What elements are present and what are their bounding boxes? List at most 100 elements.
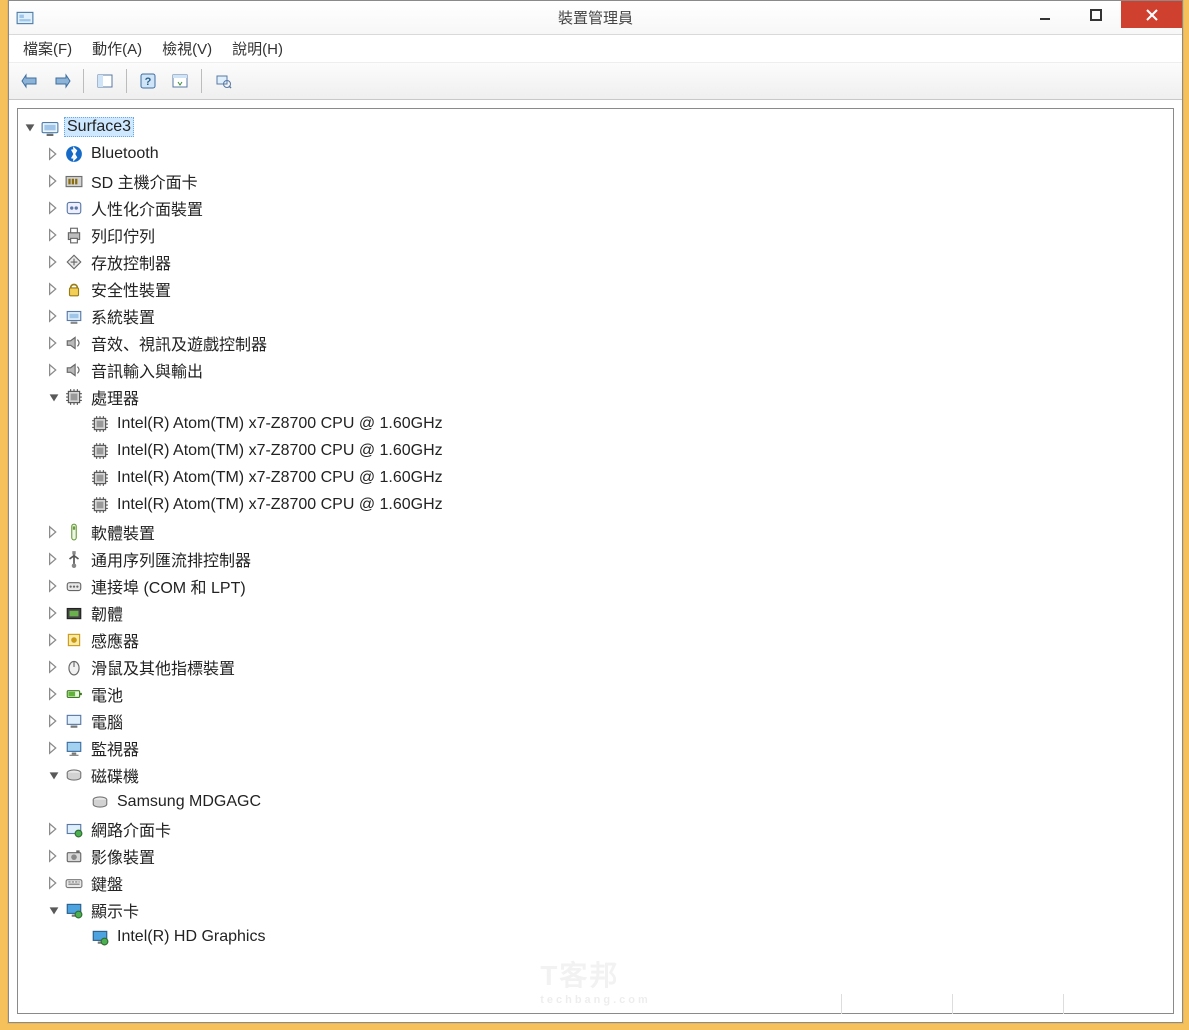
- expander-closed-icon[interactable]: [46, 281, 62, 297]
- maximize-button[interactable]: [1070, 1, 1121, 28]
- category-usb[interactable]: 通用序列匯流排控制器: [42, 545, 1173, 572]
- expander-open-icon[interactable]: [22, 119, 38, 135]
- category-cpu[interactable]: 處理器 Intel(R) Atom(TM) x7-Z8700 CPU @ 1.6…: [42, 383, 1173, 518]
- toolbar-show-pane-button[interactable]: [90, 66, 120, 96]
- category-label[interactable]: 電池: [88, 681, 126, 707]
- device-label[interactable]: Intel(R) Atom(TM) x7-Z8700 CPU @ 1.60GHz: [114, 441, 446, 461]
- device-item[interactable]: Intel(R) Atom(TM) x7-Z8700 CPU @ 1.60GHz: [66, 491, 1173, 518]
- category-display[interactable]: 顯示卡 Intel(R) HD Graphics: [42, 896, 1173, 950]
- device-item[interactable]: Intel(R) Atom(TM) x7-Z8700 CPU @ 1.60GHz: [66, 410, 1173, 437]
- close-button[interactable]: [1121, 1, 1182, 28]
- device-tree[interactable]: Surface3 Bluetooth SD 主機介面卡 人性化介面裝置 列印佇列…: [17, 108, 1174, 1014]
- expander-open-icon[interactable]: [46, 389, 62, 405]
- category-hid[interactable]: 人性化介面裝置: [42, 194, 1173, 221]
- device-label[interactable]: Intel(R) Atom(TM) x7-Z8700 CPU @ 1.60GHz: [114, 414, 446, 434]
- category-firmware[interactable]: 韌體: [42, 599, 1173, 626]
- toolbar-back-button[interactable]: [15, 66, 45, 96]
- expander-closed-icon[interactable]: [46, 362, 62, 378]
- category-label[interactable]: 存放控制器: [88, 249, 174, 275]
- category-ports[interactable]: 連接埠 (COM 和 LPT): [42, 572, 1173, 599]
- category-label[interactable]: 感應器: [88, 627, 142, 653]
- category-network[interactable]: 網路介面卡: [42, 815, 1173, 842]
- category-label[interactable]: Bluetooth: [88, 144, 162, 164]
- menu-file[interactable]: 檔案(F): [15, 35, 84, 62]
- category-label[interactable]: 磁碟機: [88, 762, 142, 788]
- category-label[interactable]: 列印佇列: [88, 222, 158, 248]
- category-label[interactable]: 連接埠 (COM 和 LPT): [88, 573, 249, 599]
- toolbar-forward-button[interactable]: [47, 66, 77, 96]
- menu-action[interactable]: 動作(A): [84, 35, 154, 62]
- device-label[interactable]: Samsung MDGAGC: [114, 792, 264, 812]
- device-item[interactable]: Samsung MDGAGC: [66, 788, 1173, 815]
- expander-closed-icon[interactable]: [46, 578, 62, 594]
- menu-help[interactable]: 說明(H): [224, 35, 295, 62]
- tree-root-node[interactable]: Surface3 Bluetooth SD 主機介面卡 人性化介面裝置 列印佇列…: [18, 113, 1173, 950]
- category-sdhost[interactable]: SD 主機介面卡: [42, 167, 1173, 194]
- device-label[interactable]: Intel(R) Atom(TM) x7-Z8700 CPU @ 1.60GHz: [114, 495, 446, 515]
- expander-open-icon[interactable]: [46, 767, 62, 783]
- expander-closed-icon[interactable]: [46, 659, 62, 675]
- expander-closed-icon[interactable]: [46, 173, 62, 189]
- category-disk[interactable]: 磁碟機 Samsung MDGAGC: [42, 761, 1173, 815]
- device-label[interactable]: Intel(R) Atom(TM) x7-Z8700 CPU @ 1.60GHz: [114, 468, 446, 488]
- device-item[interactable]: Intel(R) Atom(TM) x7-Z8700 CPU @ 1.60GHz: [66, 464, 1173, 491]
- expander-closed-icon[interactable]: [46, 632, 62, 648]
- expander-closed-icon[interactable]: [46, 254, 62, 270]
- expander-closed-icon[interactable]: [46, 227, 62, 243]
- category-sensor[interactable]: 感應器: [42, 626, 1173, 653]
- category-storagectl[interactable]: 存放控制器: [42, 248, 1173, 275]
- category-label[interactable]: 韌體: [88, 600, 126, 626]
- category-audioio[interactable]: 音訊輸入與輸出: [42, 356, 1173, 383]
- category-label[interactable]: 鍵盤: [88, 870, 126, 896]
- category-battery[interactable]: 電池: [42, 680, 1173, 707]
- category-avgame[interactable]: 音效、視訊及遊戲控制器: [42, 329, 1173, 356]
- category-label[interactable]: 系統裝置: [88, 303, 158, 329]
- category-computer[interactable]: 電腦: [42, 707, 1173, 734]
- category-security[interactable]: 安全性裝置: [42, 275, 1173, 302]
- titlebar[interactable]: 裝置管理員: [9, 1, 1182, 35]
- expander-closed-icon[interactable]: [46, 875, 62, 891]
- category-label[interactable]: 人性化介面裝置: [88, 195, 206, 221]
- expander-closed-icon[interactable]: [46, 308, 62, 324]
- expander-closed-icon[interactable]: [46, 848, 62, 864]
- category-label[interactable]: 安全性裝置: [88, 276, 174, 302]
- device-item[interactable]: Intel(R) Atom(TM) x7-Z8700 CPU @ 1.60GHz: [66, 437, 1173, 464]
- expander-closed-icon[interactable]: [46, 200, 62, 216]
- category-label[interactable]: 網路介面卡: [88, 816, 174, 842]
- device-label[interactable]: Intel(R) HD Graphics: [114, 927, 268, 947]
- minimize-button[interactable]: [1019, 1, 1070, 28]
- category-bluetooth[interactable]: Bluetooth: [42, 140, 1173, 167]
- category-label[interactable]: SD 主機介面卡: [88, 168, 201, 194]
- expander-closed-icon[interactable]: [46, 605, 62, 621]
- category-label[interactable]: 滑鼠及其他指標裝置: [88, 654, 238, 680]
- toolbar-action-pane-button[interactable]: [165, 66, 195, 96]
- category-label[interactable]: 處理器: [88, 384, 142, 410]
- category-keyboard[interactable]: 鍵盤: [42, 869, 1173, 896]
- expander-closed-icon[interactable]: [46, 740, 62, 756]
- toolbar-scan-hardware-button[interactable]: [208, 66, 238, 96]
- category-label[interactable]: 電腦: [88, 708, 126, 734]
- category-printqueue[interactable]: 列印佇列: [42, 221, 1173, 248]
- category-system[interactable]: 系統裝置: [42, 302, 1173, 329]
- toolbar-help-button[interactable]: [133, 66, 163, 96]
- category-label[interactable]: 監視器: [88, 735, 142, 761]
- menu-view[interactable]: 檢視(V): [154, 35, 224, 62]
- category-monitor[interactable]: 監視器: [42, 734, 1173, 761]
- expander-closed-icon[interactable]: [46, 524, 62, 540]
- expander-closed-icon[interactable]: [46, 335, 62, 351]
- device-item[interactable]: Intel(R) HD Graphics: [66, 923, 1173, 950]
- expander-closed-icon[interactable]: [46, 821, 62, 837]
- category-softdev[interactable]: 軟體裝置: [42, 518, 1173, 545]
- expander-closed-icon[interactable]: [46, 713, 62, 729]
- tree-root-label[interactable]: Surface3: [64, 117, 134, 137]
- category-label[interactable]: 通用序列匯流排控制器: [88, 546, 254, 572]
- category-label[interactable]: 顯示卡: [88, 897, 142, 923]
- category-mouse[interactable]: 滑鼠及其他指標裝置: [42, 653, 1173, 680]
- expander-closed-icon[interactable]: [46, 686, 62, 702]
- category-imaging[interactable]: 影像裝置: [42, 842, 1173, 869]
- expander-closed-icon[interactable]: [46, 551, 62, 567]
- category-label[interactable]: 軟體裝置: [88, 519, 158, 545]
- expander-closed-icon[interactable]: [46, 146, 62, 162]
- expander-open-icon[interactable]: [46, 902, 62, 918]
- category-label[interactable]: 音訊輸入與輸出: [88, 357, 206, 383]
